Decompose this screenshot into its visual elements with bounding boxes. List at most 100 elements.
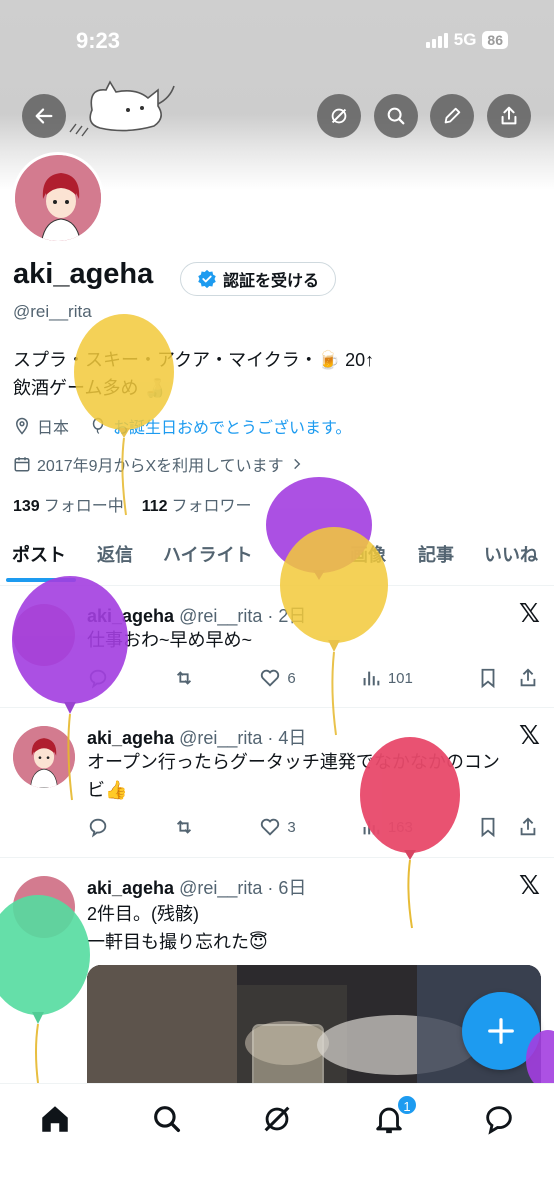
avatar-illustration-icon xyxy=(13,726,75,788)
edit-button[interactable] xyxy=(430,94,474,138)
like-button[interactable]: 3 xyxy=(259,816,296,838)
views-button[interactable]: 163 xyxy=(360,816,413,838)
like-button[interactable]: 6 xyxy=(259,667,296,689)
x-logo-icon: 𝕏 xyxy=(519,870,540,900)
reply-icon xyxy=(89,818,107,838)
pencil-icon xyxy=(444,107,461,124)
following-label: フォロー中 xyxy=(43,498,124,515)
active-tab-indicator xyxy=(6,578,76,582)
post-meta: @rei__rita · 2日 xyxy=(179,606,307,626)
profile-name: aki_ageha xyxy=(13,258,154,290)
post-meta: @rei__rita · 4日 xyxy=(179,728,307,748)
share-icon[interactable] xyxy=(517,667,539,689)
view-count: 101 xyxy=(387,669,413,687)
arrow-left-icon xyxy=(35,108,53,124)
tab-articles[interactable]: 記事 xyxy=(418,540,454,570)
post-text-line-2: 一軒目も撮り忘れた😇 xyxy=(87,932,268,952)
balloon-birthday-icon xyxy=(92,417,104,434)
like-count: 3 xyxy=(287,818,296,836)
location-text: 日本 xyxy=(37,420,70,437)
followers-count: 112 xyxy=(141,498,168,515)
profile-bio: スプラ・スキー・アクア・マイクラ・🍺 20↑ 飲酒ゲーム多め 🍶 xyxy=(13,346,533,402)
heart-icon xyxy=(261,669,280,687)
reply-icon xyxy=(89,669,107,689)
followers-label: フォロワー xyxy=(171,498,252,515)
analytics-icon xyxy=(363,820,380,835)
tab-media[interactable]: 画像 xyxy=(350,540,386,570)
post-actions: 3 163 xyxy=(87,815,539,839)
notification-badge: 1 xyxy=(396,1094,418,1116)
post-avatar[interactable] xyxy=(13,876,75,938)
grok-button[interactable] xyxy=(317,94,361,138)
share-icon[interactable] xyxy=(517,816,539,838)
compose-button[interactable] xyxy=(462,992,540,1070)
bottom-navigation xyxy=(0,1083,554,1200)
birthday-link[interactable]: お誕生日おめでとうございます。 xyxy=(113,414,351,438)
get-verified-button[interactable]: 認証を受ける xyxy=(180,262,337,296)
grok-icon xyxy=(264,1106,290,1132)
plus-icon xyxy=(488,1018,514,1044)
bookmark-icon[interactable] xyxy=(477,816,499,838)
repost-icon xyxy=(177,820,192,834)
followers-link[interactable]: 112 フォロワー xyxy=(142,492,252,516)
post-text-line-1: オープン行ったらグータッチ連発でなかなかのコン xyxy=(87,752,500,772)
like-count: 6 xyxy=(287,669,296,687)
post-avatar[interactable] xyxy=(13,726,75,788)
post-text: 2件目。(残骸) 一軒目も撮り忘れた😇 xyxy=(87,900,268,956)
profile-handle: @rei__rita xyxy=(13,302,92,321)
post-actions: 6 101 xyxy=(87,666,539,690)
location-pin-icon xyxy=(15,417,29,435)
bookmark-share-group xyxy=(477,667,539,689)
search-icon xyxy=(387,107,405,125)
repost-button[interactable] xyxy=(173,816,195,838)
post-meta: @rei__rita · 6日 xyxy=(179,878,307,898)
tab-highlights[interactable]: ハイライト xyxy=(163,540,253,570)
search-button[interactable] xyxy=(374,94,418,138)
views-button[interactable]: 101 xyxy=(360,667,413,689)
follow-stats: 139 フォロー中 112 フォロワー xyxy=(13,492,252,516)
avatar-illustration-icon xyxy=(15,155,101,241)
profile-avatar[interactable] xyxy=(12,152,104,244)
signal-icon xyxy=(425,32,448,48)
reply-button[interactable] xyxy=(87,667,109,689)
joined-text: 2017年9月からXを利用しています xyxy=(37,458,284,475)
share-button[interactable] xyxy=(487,94,531,138)
profile-meta-location-birthday: 日本 お誕生日おめでとうございます。 xyxy=(13,414,351,438)
tab-likes[interactable]: いいね xyxy=(484,540,538,570)
profile-joined-row[interactable]: 2017年9月からXを利用しています xyxy=(13,452,304,476)
post-text-line-1: 2件目。(残骸) xyxy=(87,904,199,924)
grok-icon xyxy=(331,108,347,124)
profile-tabs: ポスト 返信 ハイライト 画像 記事 いいね xyxy=(0,540,554,586)
bio-line-1: スプラ・スキー・アクア・マイクラ・🍺 20↑ xyxy=(13,350,375,370)
post-text: オープン行ったらグータッチ連発でなかなかのコン ビ👍 xyxy=(87,748,500,804)
x-logo-icon: 𝕏 xyxy=(519,598,540,628)
post-header: aki_ageha @rei__rita · 6日 xyxy=(87,874,306,900)
back-button[interactable] xyxy=(22,94,66,138)
post-item[interactable]: aki_ageha @rei__rita · 2日 𝕏 仕事おわ~早め早め~ 6… xyxy=(0,586,554,708)
nav-messages[interactable] xyxy=(482,1102,516,1136)
verified-badge-icon xyxy=(198,269,216,289)
heart-icon xyxy=(261,818,280,836)
post-header: aki_ageha @rei__rita · 4日 xyxy=(87,724,306,750)
repost-button[interactable] xyxy=(173,667,195,689)
chevron-right-icon xyxy=(293,458,301,470)
nav-grok[interactable] xyxy=(260,1102,294,1136)
cat-doodle-icon xyxy=(69,80,175,137)
post-author: aki_ageha xyxy=(87,878,175,898)
post-avatar[interactable] xyxy=(13,604,75,666)
post-item[interactable]: aki_ageha @rei__rita · 4日 𝕏 オープン行ったらグータッ… xyxy=(0,708,554,858)
tab-replies[interactable]: 返信 xyxy=(97,540,133,570)
repost-icon xyxy=(177,671,192,685)
battery-icon: 86 xyxy=(482,31,508,49)
nav-search[interactable] xyxy=(150,1102,184,1136)
post-author: aki_ageha xyxy=(87,728,175,748)
share-icon xyxy=(501,106,517,125)
following-link[interactable]: 139 フォロー中 xyxy=(13,492,124,516)
tab-posts[interactable]: ポスト xyxy=(12,540,66,570)
reply-button[interactable] xyxy=(87,816,109,838)
analytics-icon xyxy=(363,671,380,686)
post-text-line-2: ビ👍 xyxy=(87,780,128,800)
bio-line-2: 飲酒ゲーム多め 🍶 xyxy=(13,378,166,398)
bookmark-icon[interactable] xyxy=(477,667,499,689)
nav-home[interactable] xyxy=(38,1102,72,1136)
